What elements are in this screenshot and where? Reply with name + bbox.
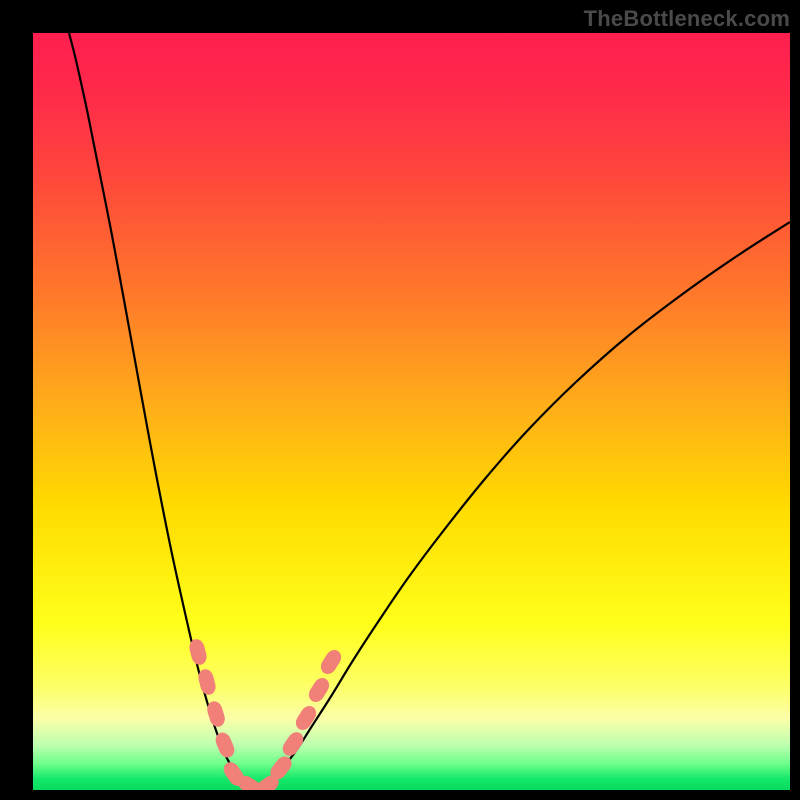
watermark-label: TheBottleneck.com	[584, 6, 790, 32]
plot-background	[33, 33, 790, 790]
chart-svg	[0, 0, 800, 800]
chart-container: TheBottleneck.com	[0, 0, 800, 800]
